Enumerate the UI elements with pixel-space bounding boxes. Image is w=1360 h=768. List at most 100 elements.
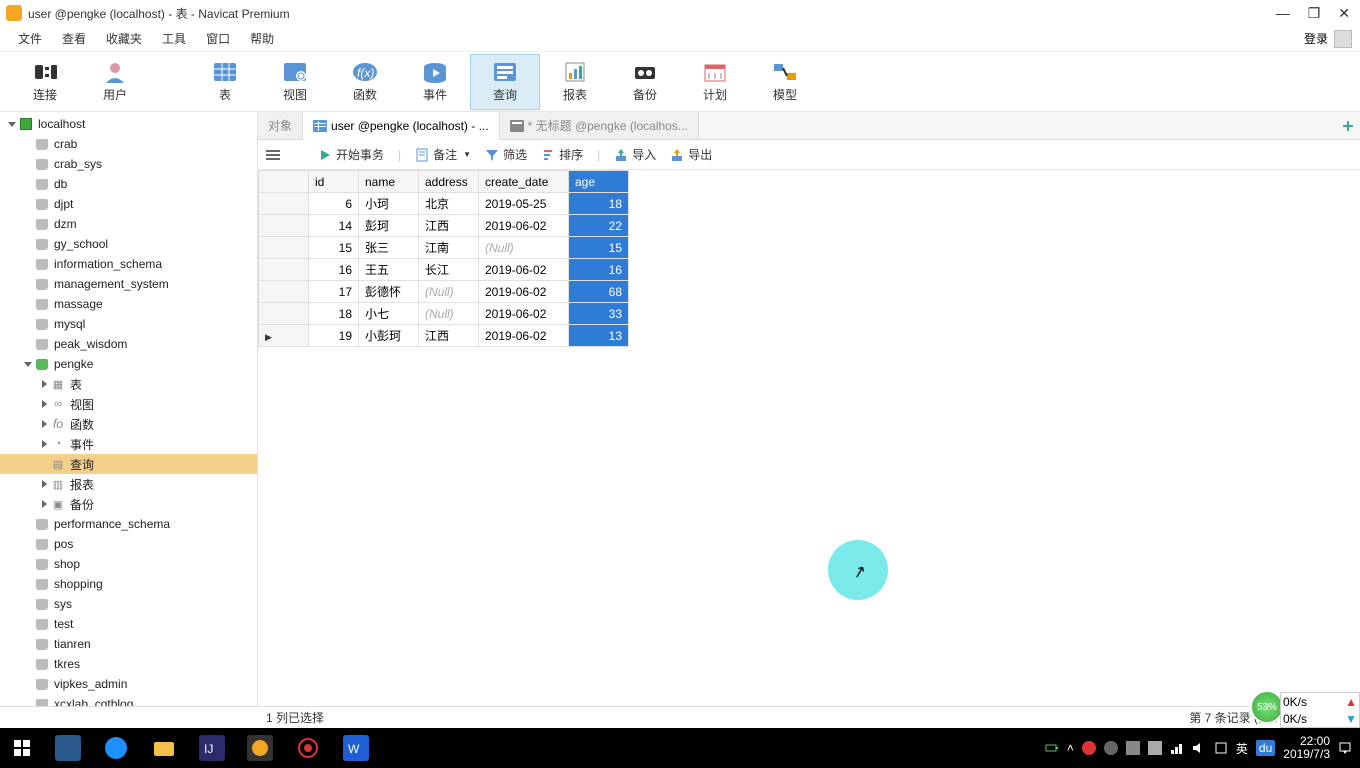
db-shop[interactable]: shop: [0, 554, 257, 574]
tray-clock[interactable]: 22:00 2019/7/3: [1283, 735, 1330, 761]
col-create_date[interactable]: create_date: [479, 171, 569, 193]
db-mysql[interactable]: mysql: [0, 314, 257, 334]
tray-battery-icon[interactable]: [1045, 741, 1059, 755]
db-child-event[interactable]: ◔事件: [0, 434, 257, 454]
db-dzm[interactable]: dzm: [0, 214, 257, 234]
taskbar-recorder[interactable]: [284, 728, 332, 768]
col-age[interactable]: age: [569, 171, 629, 193]
db-child-backup[interactable]: ▣备份: [0, 494, 257, 514]
db-management_system[interactable]: management_system: [0, 274, 257, 294]
db-information_schema[interactable]: information_schema: [0, 254, 257, 274]
toolbar-user-button[interactable]: 用户: [80, 54, 150, 110]
col-address[interactable]: address: [419, 171, 479, 193]
import-button[interactable]: 导入: [614, 146, 656, 163]
table-row[interactable]: 6小珂北京2019-05-2518: [259, 193, 629, 215]
taskbar-app-1[interactable]: [44, 728, 92, 768]
menu-help[interactable]: 帮助: [240, 27, 284, 50]
toolbar-fx-button[interactable]: f(x)函数: [330, 54, 400, 110]
begin-transaction-button[interactable]: 开始事务: [318, 146, 384, 163]
db-tkres[interactable]: tkres: [0, 654, 257, 674]
db-vipkes_admin[interactable]: vipkes_admin: [0, 674, 257, 694]
start-button[interactable]: [0, 728, 44, 768]
taskbar-navicat[interactable]: [236, 728, 284, 768]
taskbar-explorer[interactable]: [140, 728, 188, 768]
menu-view[interactable]: 查看: [52, 27, 96, 50]
toolbar-plug-button[interactable]: 连接: [10, 54, 80, 110]
minimize-button[interactable]: —: [1276, 5, 1290, 22]
avatar-icon[interactable]: [1334, 30, 1352, 48]
db-db[interactable]: db: [0, 174, 257, 194]
maximize-button[interactable]: ❐: [1308, 5, 1321, 22]
db-peak_wisdom[interactable]: peak_wisdom: [0, 334, 257, 354]
filter-button[interactable]: 筛选: [485, 146, 527, 163]
toolbar-schedule-button[interactable]: 计划: [680, 54, 750, 110]
toolbar-model-button[interactable]: 模型: [750, 54, 820, 110]
toolbar-table-button[interactable]: 表: [190, 54, 260, 110]
db-pos[interactable]: pos: [0, 534, 257, 554]
table-row[interactable]: 19小彭珂江西2019-06-0213: [259, 325, 629, 347]
table-row[interactable]: 18小七(Null)2019-06-0233: [259, 303, 629, 325]
taskbar-intellij[interactable]: IJ: [188, 728, 236, 768]
menu-toggle-button[interactable]: [266, 150, 280, 160]
tray-network-icon[interactable]: [1170, 741, 1184, 755]
menu-favorites[interactable]: 收藏夹: [96, 27, 152, 50]
export-button[interactable]: 导出: [670, 146, 712, 163]
db-tianren[interactable]: tianren: [0, 634, 257, 654]
table-row[interactable]: 17彭德怀(Null)2019-06-0268: [259, 281, 629, 303]
tray-chevron-icon[interactable]: ˄: [1067, 741, 1074, 755]
db-pengke[interactable]: pengke: [0, 354, 257, 374]
memo-button[interactable]: 备注▼: [415, 146, 471, 163]
tray-baidu[interactable]: du: [1256, 740, 1275, 756]
tray-icon-1[interactable]: [1082, 741, 1096, 755]
tab-untitled-query[interactable]: * 无标题 @pengke (localhos...: [500, 112, 699, 139]
menu-window[interactable]: 窗口: [196, 27, 240, 50]
connection-tree[interactable]: localhostcrabcrab_sysdbdjptdzmgy_schooli…: [0, 112, 258, 728]
db-shopping[interactable]: shopping: [0, 574, 257, 594]
db-child-table[interactable]: ▦表: [0, 374, 257, 394]
add-tab-button[interactable]: [1336, 112, 1360, 139]
db-child-report[interactable]: ▥报表: [0, 474, 257, 494]
db-crab_sys[interactable]: crab_sys: [0, 154, 257, 174]
db-child-query[interactable]: ▤查询: [0, 454, 257, 474]
toolbar-backup-button[interactable]: 备份: [610, 54, 680, 110]
taskbar-edge[interactable]: [92, 728, 140, 768]
login-link[interactable]: 登录: [1304, 30, 1328, 47]
tray-icon-2[interactable]: [1104, 741, 1118, 755]
db-test[interactable]: test: [0, 614, 257, 634]
col-name[interactable]: name: [359, 171, 419, 193]
toolbar-report-button[interactable]: 报表: [540, 54, 610, 110]
db-djpt[interactable]: djpt: [0, 194, 257, 214]
tray-ime[interactable]: 英: [1236, 740, 1248, 757]
tray-icon-3[interactable]: [1126, 741, 1140, 755]
db-gy_school[interactable]: gy_school: [0, 234, 257, 254]
connection-localhost[interactable]: localhost: [0, 114, 257, 134]
toolbar-view-button[interactable]: 视图: [260, 54, 330, 110]
table-row[interactable]: 15张三江南(Null)15: [259, 237, 629, 259]
close-button[interactable]: ✕: [1338, 5, 1350, 22]
table-row[interactable]: 16王五长江2019-06-0216: [259, 259, 629, 281]
table-row[interactable]: 14彭珂江西2019-06-0222: [259, 215, 629, 237]
toolbar-event-button[interactable]: 事件: [400, 54, 470, 110]
db-performance_schema[interactable]: performance_schema: [0, 514, 257, 534]
col-id[interactable]: id: [309, 171, 359, 193]
data-grid[interactable]: idnameaddresscreate_dateage6小珂北京2019-05-…: [258, 170, 1360, 706]
menu-file[interactable]: 文件: [8, 27, 52, 50]
tray-volume-icon[interactable]: [1192, 741, 1206, 755]
tray-onedrive-icon[interactable]: [1214, 741, 1228, 755]
db-massage[interactable]: massage: [0, 294, 257, 314]
tab-objects[interactable]: 对象: [258, 112, 303, 139]
db-crab[interactable]: crab: [0, 134, 257, 154]
system-tray[interactable]: ˄ 英 du 22:00 2019/7/3: [1045, 735, 1360, 761]
tray-icon-4[interactable]: [1148, 741, 1162, 755]
toolbar-query-button[interactable]: 查询: [470, 54, 540, 110]
db-child-fx[interactable]: fo函数: [0, 414, 257, 434]
network-widget[interactable]: 0K/s▲ 0K/s▼: [1280, 692, 1360, 728]
sort-button[interactable]: 排序: [541, 146, 583, 163]
db-child-view[interactable]: ∞视图: [0, 394, 257, 414]
tray-notifications-icon[interactable]: [1338, 741, 1352, 755]
menu-tools[interactable]: 工具: [152, 27, 196, 50]
accelerator-badge[interactable]: 53%: [1250, 690, 1284, 724]
taskbar-wps[interactable]: W: [332, 728, 380, 768]
tab-user-table[interactable]: user @pengke (localhost) - ...: [303, 112, 500, 140]
db-sys[interactable]: sys: [0, 594, 257, 614]
